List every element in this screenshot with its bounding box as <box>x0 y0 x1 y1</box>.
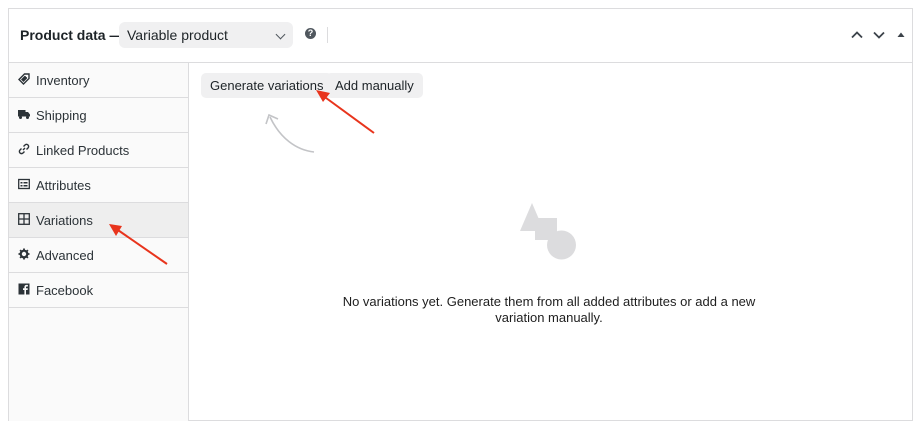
list-icon <box>18 178 30 190</box>
panel-title: Product data — <box>20 27 124 43</box>
shapes-icon <box>520 203 576 260</box>
generate-variations-button[interactable]: Generate variations <box>201 73 333 98</box>
empty-state-message: No variations yet. Generate them from al… <box>342 294 756 325</box>
triangle-up-icon[interactable] <box>893 27 909 43</box>
chevron-down-icon <box>275 29 286 40</box>
tab-attributes[interactable]: Attributes <box>9 168 188 203</box>
product-type-value: Variable product <box>127 27 228 43</box>
tab-label: Advanced <box>36 248 94 263</box>
tab-label: Shipping <box>36 108 87 123</box>
product-data-panel: Product data — Variable product ? Invent… <box>8 8 913 421</box>
question-circle-icon[interactable]: ? <box>305 28 316 39</box>
grid-icon <box>18 213 30 225</box>
product-data-tabs: Inventory Shipping Linked Products Attri… <box>9 63 189 421</box>
tab-linked-products[interactable]: Linked Products <box>9 133 188 168</box>
tab-advanced[interactable]: Advanced <box>9 238 188 273</box>
product-type-select[interactable]: Variable product <box>119 22 293 48</box>
chevron-down-icon[interactable] <box>871 27 887 43</box>
header-divider <box>327 27 328 43</box>
tab-label: Attributes <box>36 178 91 193</box>
tag-icon <box>18 73 30 85</box>
tab-label: Inventory <box>36 73 90 88</box>
gear-icon <box>18 248 30 260</box>
link-icon <box>18 143 30 155</box>
truck-icon <box>18 108 30 120</box>
tab-inventory[interactable]: Inventory <box>9 63 188 98</box>
tab-shipping[interactable]: Shipping <box>9 98 188 133</box>
variations-panel: Generate variations Add manually No vari… <box>189 63 912 420</box>
panel-header: Product data — Variable product ? <box>9 9 912 63</box>
tab-variations[interactable]: Variations <box>9 203 188 238</box>
add-manually-button[interactable]: Add manually <box>326 73 423 98</box>
chevron-up-icon[interactable] <box>849 27 865 43</box>
tab-label: Linked Products <box>36 143 130 158</box>
facebook-icon <box>18 283 30 295</box>
tab-label: Variations <box>36 213 93 228</box>
tab-facebook[interactable]: Facebook <box>9 273 188 308</box>
tab-label: Facebook <box>36 283 94 298</box>
